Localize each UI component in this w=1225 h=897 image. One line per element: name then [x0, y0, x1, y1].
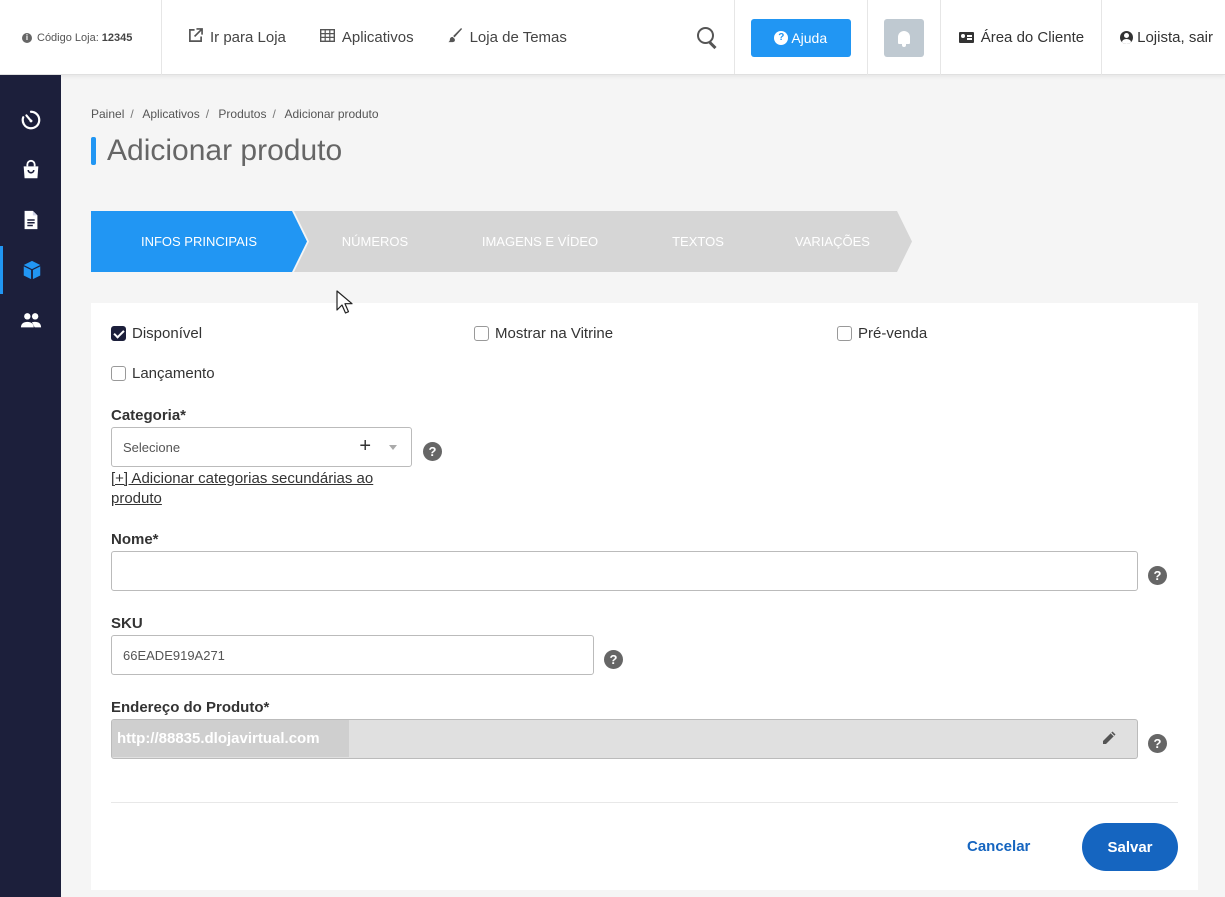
add-secondary-categories-link[interactable]: [+] Adicionar categorias secundárias ao … — [111, 469, 401, 509]
grid-icon — [319, 28, 335, 46]
question-circle-icon: ? — [774, 30, 789, 45]
checkbox-label: Pré-venda — [858, 325, 928, 342]
tab-label: Infos Principais — [140, 234, 258, 249]
sidebar — [0, 75, 61, 897]
info-icon: i — [22, 32, 32, 43]
sku-help-icon[interactable]: ? — [604, 650, 623, 669]
categoria-label: Categoria* — [111, 407, 187, 424]
nome-input[interactable] — [111, 551, 1138, 591]
tab-infos-principais[interactable]: Infos Principais — [91, 211, 307, 272]
tab-numeros[interactable]: Números — [294, 211, 448, 272]
page-title: Adicionar produto — [91, 134, 343, 167]
divider — [111, 802, 1178, 803]
breadcrumb-item-painel[interactable]: Painel — [91, 107, 124, 121]
checkbox-pre-venda[interactable]: Pré-venda — [837, 325, 927, 342]
title-accent-bar — [91, 137, 96, 165]
users-icon — [20, 313, 41, 328]
brush-icon — [448, 27, 463, 47]
document-icon — [24, 210, 37, 230]
nav-link-aplicativos[interactable]: Aplicativos — [319, 28, 414, 46]
sidebar-item-orders[interactable] — [0, 146, 61, 194]
breadcrumb-item-produtos[interactable]: Produtos — [218, 107, 266, 121]
plus-icon[interactable]: + — [359, 436, 371, 456]
checkbox-lancamento[interactable]: Lançamento — [111, 365, 215, 382]
pencil-icon[interactable] — [1101, 730, 1117, 746]
categoria-select-value: Selecione — [123, 439, 181, 455]
endereco-label: Endereço do Produto* — [111, 699, 270, 716]
notifications-cell — [868, 0, 941, 75]
checkbox-checked[interactable] — [111, 326, 126, 341]
top-nav: Ir para Loja Aplicativos Loja de Temas — [162, 0, 735, 74]
checkbox-unchecked[interactable] — [111, 366, 126, 381]
cancel-button[interactable]: Cancelar — [967, 838, 1030, 855]
breadcrumb: Painel / Aplicativos / Produtos / Adicionar… — [91, 107, 379, 121]
sidebar-item-dashboard[interactable] — [0, 96, 61, 144]
store-code-value: 12345 — [101, 31, 133, 44]
product-form: Disponível Mostrar na Vitrine Pré-venda … — [91, 303, 1198, 890]
nav-link-label: Ir para Loja — [210, 28, 286, 46]
user-circle-icon — [1120, 31, 1134, 44]
help-button-label: Ajuda — [791, 29, 828, 46]
store-code-label: Código Loja: — [37, 31, 99, 44]
tab-variacoes[interactable]: Variações — [745, 211, 912, 272]
tab-imagens-e-video[interactable]: Imagens e Vídeo — [430, 211, 642, 272]
help-button[interactable]: ? Ajuda — [750, 18, 851, 57]
id-card-icon — [958, 32, 974, 43]
client-area-label: Área do Cliente — [980, 29, 1085, 46]
sidebar-item-customers[interactable] — [0, 296, 61, 344]
external-link-icon — [188, 27, 203, 47]
top-bar: i Código Loja: 12345 Ir para Loja Aplica… — [0, 0, 1225, 75]
breadcrumb-item-current: Adicionar produto — [284, 107, 379, 121]
tab-label: Variações — [795, 234, 870, 249]
sidebar-item-pages[interactable] — [0, 196, 61, 244]
checkbox-unchecked[interactable] — [474, 326, 489, 341]
checkbox-label: Disponível — [132, 325, 203, 342]
categoria-select[interactable]: Selecione + — [111, 427, 412, 467]
endereco-help-icon[interactable]: ? — [1148, 734, 1167, 753]
checkbox-label: Mostrar na Vitrine — [495, 325, 614, 342]
endereco-input[interactable]: http://88835.dlojavirtual.com — [111, 719, 1138, 759]
step-tabs: Infos Principais Números Imagens e Vídeo… — [91, 211, 921, 272]
checkbox-unchecked[interactable] — [837, 326, 852, 341]
sku-input[interactable]: 66EADE919A271 — [111, 635, 594, 675]
tab-textos[interactable]: Textos — [624, 211, 764, 272]
nome-help-icon[interactable]: ? — [1148, 566, 1167, 585]
checkbox-label: Lançamento — [132, 365, 215, 382]
nav-link-ir-para-loja[interactable]: Ir para Loja — [188, 27, 286, 47]
nav-link-loja-de-temas[interactable]: Loja de Temas — [448, 27, 567, 47]
checkbox-mostrar-na-vitrine[interactable]: Mostrar na Vitrine — [474, 325, 613, 342]
store-code: i Código Loja: 12345 — [0, 0, 162, 75]
save-button[interactable]: Salvar — [1082, 823, 1178, 871]
checkbox-disponivel[interactable]: Disponível — [111, 325, 202, 342]
url-prefix: http://88835.dlojavirtual.com — [112, 720, 349, 757]
user-logout-link[interactable]: Lojista, sair — [1102, 0, 1225, 75]
bell-icon — [897, 31, 910, 47]
tab-label: Textos — [672, 234, 724, 249]
nome-label: Nome* — [111, 531, 159, 548]
client-area-link[interactable]: Área do Cliente — [941, 0, 1103, 75]
help-cell: ? Ajuda — [735, 0, 868, 75]
nav-link-label: Loja de Temas — [469, 28, 567, 46]
sidebar-item-products[interactable] — [0, 246, 61, 294]
notifications-button[interactable] — [883, 18, 924, 57]
mouse-cursor-icon — [336, 290, 353, 314]
breadcrumb-item-aplicativos[interactable]: Aplicativos — [142, 107, 199, 121]
nav-link-label: Aplicativos — [341, 28, 414, 46]
sku-label: SKU — [111, 615, 143, 632]
user-label: Lojista, sair — [1137, 29, 1213, 46]
tab-label: Imagens e Vídeo — [481, 234, 599, 249]
tab-label: Números — [341, 234, 409, 249]
chevron-down-icon[interactable] — [389, 445, 397, 450]
categoria-help-icon[interactable]: ? — [423, 442, 442, 461]
shopping-bag-icon — [23, 159, 38, 179]
page-title-text: Adicionar produto — [107, 134, 343, 167]
dashboard-timer-icon — [21, 110, 40, 130]
search-icon[interactable] — [696, 26, 718, 48]
box-icon — [23, 260, 41, 280]
